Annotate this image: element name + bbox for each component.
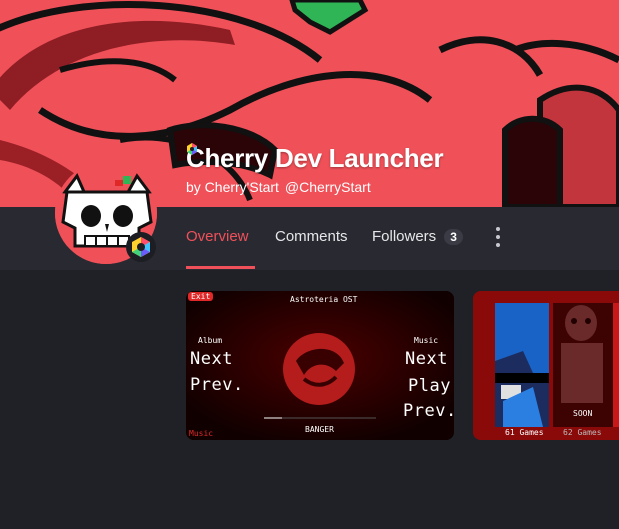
- games-count-left: 61 Games: [505, 428, 544, 437]
- track-name: BANGER: [305, 425, 334, 434]
- tab-overview[interactable]: Overview: [186, 228, 249, 245]
- verified-badge: [126, 232, 156, 262]
- album-prev: Prev.: [190, 375, 244, 395]
- page-title: Cherry Dev Launcher: [186, 143, 444, 173]
- title-block: Cherry Dev Launcher by Cherry'Start @Che…: [186, 143, 444, 195]
- tab-overview-label: Overview: [186, 228, 249, 245]
- author-name[interactable]: by Cherry'Start: [186, 179, 279, 195]
- album-label: Album: [198, 336, 223, 345]
- music-label: Music: [414, 336, 439, 345]
- author-handle[interactable]: @CherryStart: [285, 179, 371, 195]
- screenshot-card-games[interactable]: SOON 61 Games 62 Games: [473, 291, 619, 440]
- tab-comments-label: Comments: [275, 228, 348, 245]
- tab-followers-label: Followers: [372, 228, 437, 245]
- music-next: Next: [405, 349, 448, 369]
- platform-hex-icon: [132, 237, 150, 257]
- album-next: Next: [190, 349, 233, 369]
- screenshot-card-music-player[interactable]: Exit Astroteria OST Album Next Prev. Mus…: [186, 291, 454, 440]
- author-byline[interactable]: by Cherry'Start @CherryStart: [186, 143, 443, 195]
- music-prev: Prev.: [403, 401, 454, 421]
- tab-followers[interactable]: Followers 3: [372, 228, 463, 245]
- screenshot-background: [473, 291, 619, 440]
- corner-music-label: Music: [189, 429, 214, 438]
- more-vertical-icon[interactable]: [495, 227, 501, 247]
- card-heading: Astroteria OST: [290, 295, 358, 304]
- tab-comments[interactable]: Comments: [275, 228, 348, 245]
- platform-hex-icon: [187, 143, 197, 155]
- soon-caption: SOON: [573, 409, 593, 418]
- followers-count-badge: 3: [444, 229, 463, 245]
- music-play: Play: [408, 376, 451, 396]
- active-tab-indicator: [186, 266, 255, 269]
- games-count-right: 62 Games: [563, 428, 602, 437]
- exit-tag: Exit: [188, 292, 214, 301]
